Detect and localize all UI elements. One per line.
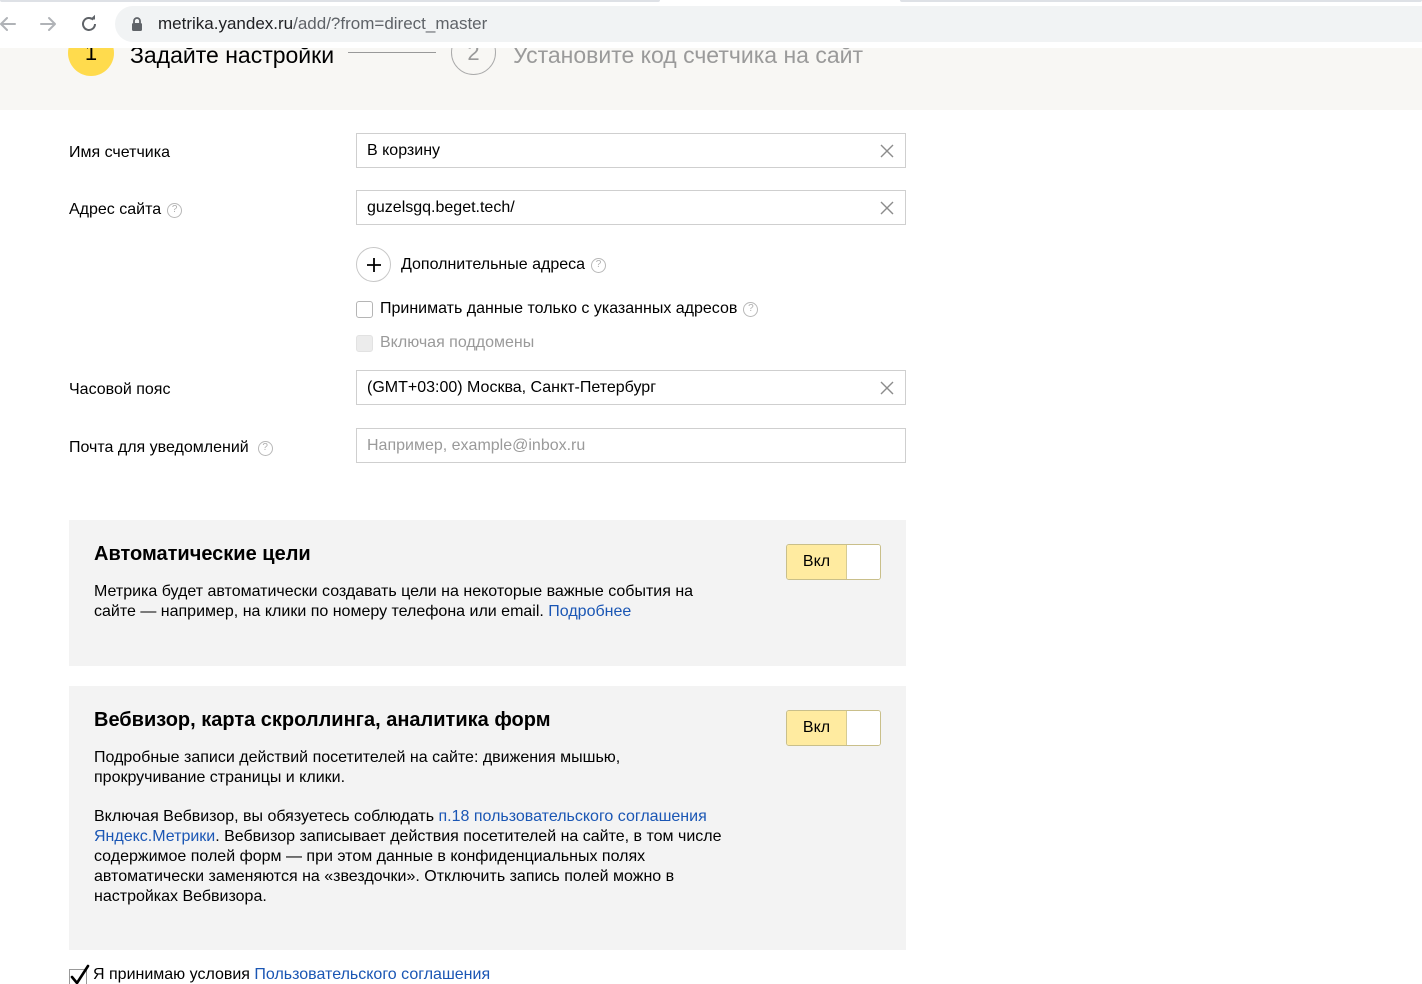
- counter-name-label: Имя счетчика: [69, 144, 170, 162]
- arrow-right-icon: [40, 17, 56, 31]
- auto-goals-toggle[interactable]: Вкл: [786, 544, 881, 580]
- toggle-knob: [847, 711, 880, 745]
- webvisor-panel: Вебвизор, карта скроллинга, аналитика фо…: [69, 686, 906, 950]
- plus-icon: [366, 257, 381, 272]
- auto-goals-title: Автоматические цели: [94, 543, 311, 565]
- step-1-indicator: 1: [68, 48, 114, 76]
- webvisor-terms: Включая Вебвизор, вы обязуетесь соблюдат…: [94, 807, 742, 907]
- browser-toolbar: metrika.yandex.ru/add/?from=direct_maste…: [0, 0, 1422, 48]
- timezone-value: (GMT+03:00) Москва, Санкт-Петербург: [367, 379, 657, 396]
- auto-goals-description: Метрика будет автоматически создавать це…: [94, 582, 734, 622]
- include-subdomains-checkbox: [356, 334, 373, 352]
- toggle-on-label: Вкл: [787, 711, 847, 745]
- additional-addresses-link[interactable]: Дополнительные адреса ?: [401, 256, 607, 274]
- inactive-tab-edge: [900, 0, 1422, 2]
- setup-stepper: 1 Задайте настройки 2 Установите код сче…: [0, 48, 1422, 110]
- address-bar[interactable]: metrika.yandex.ru/add/?from=direct_maste…: [115, 6, 1422, 42]
- help-icon[interactable]: ?: [167, 202, 183, 218]
- agreement-row[interactable]: Я принимаю условия Пользовательского сог…: [69, 964, 490, 984]
- forward-button[interactable]: [34, 10, 62, 38]
- notify-email-label: Почта для уведомлений ?: [69, 439, 273, 457]
- active-tab-edge: [0, 0, 660, 2]
- toggle-knob: [847, 545, 880, 579]
- reload-icon: [82, 14, 96, 31]
- help-icon[interactable]: ?: [743, 301, 759, 317]
- include-subdomains-label: Включая поддомены: [380, 334, 535, 351]
- webvisor-title: Вебвизор, карта скроллинга, аналитика фо…: [94, 709, 551, 731]
- url-text[interactable]: metrika.yandex.ru/add/?from=direct_maste…: [158, 14, 487, 34]
- url-host: metrika.yandex.ru: [158, 14, 294, 33]
- notify-email-input[interactable]: Например, example@inbox.ru: [356, 428, 906, 463]
- site-address-input[interactable]: guzelsgq.beget.tech/: [356, 190, 906, 225]
- additional-addresses-text: Дополнительные адреса: [401, 256, 586, 273]
- include-subdomains-row: Включая поддомены: [356, 334, 534, 352]
- timezone-select[interactable]: (GMT+03:00) Москва, Санкт-Петербург: [356, 370, 906, 405]
- site-address-value: guzelsgq.beget.tech/: [367, 199, 515, 216]
- arrow-left-icon: [0, 17, 16, 31]
- user-agreement-link[interactable]: Пользовательского соглашения: [254, 966, 490, 984]
- webvisor-description: Подробные записи действий посетителей на…: [94, 749, 621, 786]
- help-icon[interactable]: ?: [591, 257, 607, 273]
- url-path: /add/?from=direct_master: [293, 14, 488, 33]
- notify-email-label-text: Почта для уведомлений: [69, 439, 249, 456]
- accept-only-specified-row[interactable]: Принимать данные только с указанных адре…: [356, 300, 759, 318]
- clear-icon[interactable]: [879, 380, 895, 396]
- step-2-indicator: 2: [451, 48, 496, 75]
- agreement-checkbox[interactable]: [69, 964, 90, 984]
- clear-icon[interactable]: [879, 143, 895, 159]
- accept-only-specified-label: Принимать данные только с указанных адре…: [380, 300, 738, 317]
- webvisor-toggle[interactable]: Вкл: [786, 710, 881, 746]
- add-address-button[interactable]: [356, 247, 391, 282]
- agreement-text: Я принимаю условия: [93, 966, 250, 983]
- clear-icon[interactable]: [879, 200, 895, 216]
- webvisor-terms-before: Включая Вебвизор, вы обязуетесь соблюдат…: [94, 808, 435, 825]
- timezone-label: Часовой пояс: [69, 381, 170, 399]
- counter-name-input[interactable]: В корзину: [356, 133, 906, 168]
- more-info-link[interactable]: Подробнее: [548, 603, 631, 620]
- step-connector: [348, 52, 436, 53]
- checkmark-icon: [70, 964, 90, 984]
- accept-only-specified-checkbox[interactable]: [356, 300, 373, 318]
- counter-name-label-text: Имя счетчика: [69, 144, 170, 161]
- notify-email-placeholder: Например, example@inbox.ru: [367, 437, 586, 454]
- lock-icon: [132, 17, 142, 31]
- reload-button[interactable]: [75, 10, 103, 38]
- help-icon[interactable]: ?: [257, 440, 273, 456]
- step-2-title: Установите код счетчика на сайт: [513, 48, 863, 68]
- site-address-label-text: Адрес сайта: [69, 201, 162, 218]
- back-button[interactable]: [0, 10, 22, 38]
- auto-goals-panel: Автоматические цели Вкл Метрика будет ав…: [69, 520, 906, 666]
- counter-name-value: В корзину: [367, 142, 441, 159]
- tab-strip-edge: [0, 0, 1422, 3]
- toggle-on-label: Вкл: [787, 545, 847, 579]
- site-address-label: Адрес сайта ?: [69, 201, 183, 219]
- timezone-label-text: Часовой пояс: [69, 381, 171, 398]
- step-1-title: Задайте настройки: [130, 48, 335, 68]
